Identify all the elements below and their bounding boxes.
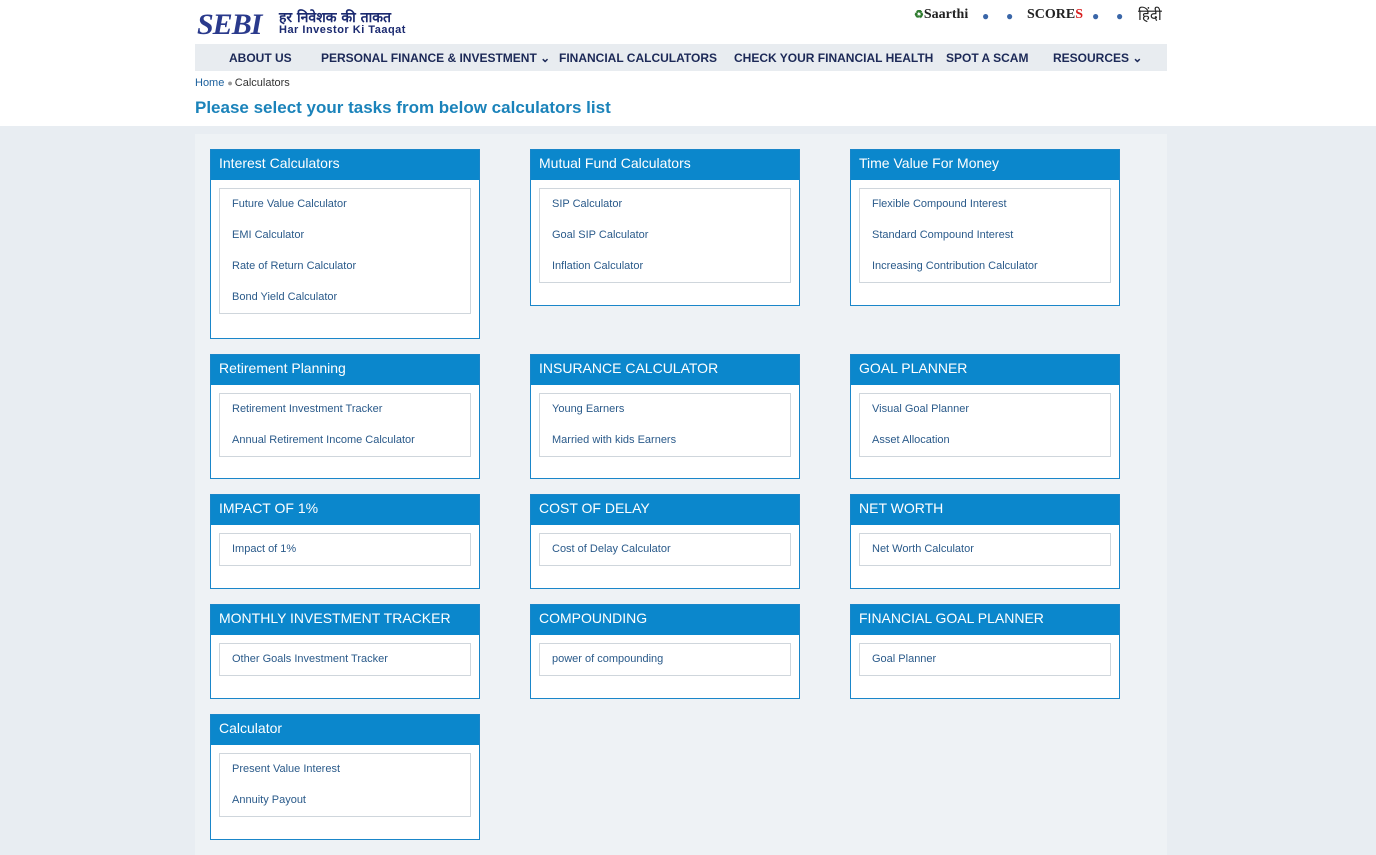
link-power-of-compounding[interactable]: power of compounding [540, 649, 790, 680]
link-impact-of-1-percent[interactable]: Impact of 1% [220, 539, 470, 570]
card-net-worth: NET WORTH Net Worth Calculator [850, 494, 1120, 589]
link-other-goals-investment-tracker[interactable]: Other Goals Investment Tracker [220, 649, 470, 680]
card-link-list: Net Worth Calculator [859, 533, 1111, 566]
card-link-list: Cost of Delay Calculator [539, 533, 791, 566]
card-financial-goal-planner: FINANCIAL GOAL PLANNER Goal Planner [850, 604, 1120, 699]
link-standard-compound-interest[interactable]: Standard Compound Interest [860, 225, 1110, 256]
card-link-list: Goal Planner [859, 643, 1111, 676]
breadcrumb-home[interactable]: Home [195, 77, 224, 89]
saarthi-label: Saarthi [923, 7, 969, 22]
card-title: COST OF DELAY [531, 495, 799, 525]
card-link-list: Retirement Investment Tracker Annual Ret… [219, 393, 471, 457]
card-title: Interest Calculators [211, 150, 479, 180]
card-title: NET WORTH [851, 495, 1119, 525]
nav-spot-a-scam[interactable]: SPOT A SCAM [946, 44, 1028, 71]
card-time-value-for-money: Time Value For Money Flexible Compound I… [850, 149, 1120, 306]
card-title: FINANCIAL GOAL PLANNER [851, 605, 1119, 635]
hindi-language-link[interactable]: हिंदी [1138, 5, 1162, 25]
card-link-list: Flexible Compound Interest Standard Comp… [859, 188, 1111, 283]
card-impact-of-1-percent: IMPACT OF 1% Impact of 1% [210, 494, 480, 589]
link-present-value-interest[interactable]: Present Value Interest [220, 759, 470, 790]
link-asset-allocation[interactable]: Asset Allocation [860, 430, 1110, 461]
card-insurance-calculator: INSURANCE CALCULATOR Young Earners Marri… [530, 354, 800, 479]
card-link-list: Other Goals Investment Tracker [219, 643, 471, 676]
nav-check-financial-health[interactable]: CHECK YOUR FINANCIAL HEALTH [734, 44, 933, 71]
link-flexible-compound-interest[interactable]: Flexible Compound Interest [860, 194, 1110, 225]
card-goal-planner: GOAL PLANNER Visual Goal Planner Asset A… [850, 354, 1120, 479]
card-title: MONTHLY INVESTMENT TRACKER [211, 605, 479, 635]
card-retirement-planning: Retirement Planning Retirement Investmen… [210, 354, 480, 479]
link-retirement-investment-tracker[interactable]: Retirement Investment Tracker [220, 399, 470, 430]
android-icon[interactable]: ● [982, 10, 994, 22]
card-title: INSURANCE CALCULATOR [531, 355, 799, 385]
breadcrumb: Home ● Calculators [195, 77, 290, 89]
card-title: IMPACT OF 1% [211, 495, 479, 525]
card-compounding: COMPOUNDING power of compounding [530, 604, 800, 699]
link-bond-yield-calculator[interactable]: Bond Yield Calculator [220, 287, 470, 318]
nav-financial-calculators[interactable]: FINANCIAL CALCULATORS [559, 44, 717, 71]
card-link-list: SIP Calculator Goal SIP Calculator Infla… [539, 188, 791, 283]
sebi-logo[interactable]: SEBI हर निवेशक की ताकत Har Investor Ki T… [197, 8, 447, 41]
link-rate-of-return-calculator[interactable]: Rate of Return Calculator [220, 256, 470, 287]
card-link-list: power of compounding [539, 643, 791, 676]
link-increasing-contribution-calculator[interactable]: Increasing Contribution Calculator [860, 256, 1110, 287]
card-title: Mutual Fund Calculators [531, 150, 799, 180]
link-young-earners[interactable]: Young Earners [540, 399, 790, 430]
scores-label: SCORE [1027, 7, 1076, 22]
link-inflation-calculator[interactable]: Inflation Calculator [540, 256, 790, 287]
card-link-list: Present Value Interest Annuity Payout [219, 753, 471, 817]
link-goal-sip-calculator[interactable]: Goal SIP Calculator [540, 225, 790, 256]
main-navigation: ABOUT US PERSONAL FINANCE & INVESTMENT ⌄… [195, 44, 1167, 71]
page-title: Please select your tasks from below calc… [195, 98, 611, 117]
card-calculator: Calculator Present Value Interest Annuit… [210, 714, 480, 840]
breadcrumb-current: Calculators [234, 77, 290, 89]
card-link-list: Impact of 1% [219, 533, 471, 566]
card-link-list: Future Value Calculator EMI Calculator R… [219, 188, 471, 314]
android-icon[interactable]: ● [1092, 10, 1104, 22]
link-goal-planner[interactable]: Goal Planner [860, 649, 1110, 680]
card-mutual-fund-calculators: Mutual Fund Calculators SIP Calculator G… [530, 149, 800, 306]
link-married-with-kids-earners[interactable]: Married with kids Earners [540, 430, 790, 461]
card-title: GOAL PLANNER [851, 355, 1119, 385]
card-title: Time Value For Money [851, 150, 1119, 180]
nav-personal-finance[interactable]: PERSONAL FINANCE & INVESTMENT ⌄ [321, 44, 550, 71]
saarthi-link[interactable]: ♻Saarthi [914, 7, 968, 23]
card-link-list: Visual Goal Planner Asset Allocation [859, 393, 1111, 457]
link-net-worth-calculator[interactable]: Net Worth Calculator [860, 539, 1110, 570]
link-future-value-calculator[interactable]: Future Value Calculator [220, 194, 470, 225]
scores-link[interactable]: SCORES [1027, 7, 1083, 23]
card-title: Retirement Planning [211, 355, 479, 385]
apple-icon[interactable]: ● [1116, 10, 1128, 22]
card-monthly-investment-tracker: MONTHLY INVESTMENT TRACKER Other Goals I… [210, 604, 480, 699]
link-visual-goal-planner[interactable]: Visual Goal Planner [860, 399, 1110, 430]
logo-mark: SEBI [197, 8, 262, 41]
link-cost-of-delay-calculator[interactable]: Cost of Delay Calculator [540, 539, 790, 570]
link-annual-retirement-income-calculator[interactable]: Annual Retirement Income Calculator [220, 430, 470, 461]
card-cost-of-delay: COST OF DELAY Cost of Delay Calculator [530, 494, 800, 589]
card-interest-calculators: Interest Calculators Future Value Calcul… [210, 149, 480, 339]
link-emi-calculator[interactable]: EMI Calculator [220, 225, 470, 256]
nav-resources[interactable]: RESOURCES ⌄ [1053, 44, 1142, 71]
apple-icon[interactable]: ● [1006, 10, 1018, 22]
card-title: COMPOUNDING [531, 605, 799, 635]
saarthi-icon: ♻ [914, 9, 924, 21]
card-title: Calculator [211, 715, 479, 745]
logo-tagline-english: Har Investor Ki Taaqat [279, 24, 406, 36]
link-annuity-payout[interactable]: Annuity Payout [220, 790, 470, 821]
card-link-list: Young Earners Married with kids Earners [539, 393, 791, 457]
link-sip-calculator[interactable]: SIP Calculator [540, 194, 790, 225]
breadcrumb-separator-icon: ● [227, 78, 233, 88]
nav-about-us[interactable]: ABOUT US [229, 44, 292, 71]
scores-label-s: S [1075, 7, 1084, 22]
